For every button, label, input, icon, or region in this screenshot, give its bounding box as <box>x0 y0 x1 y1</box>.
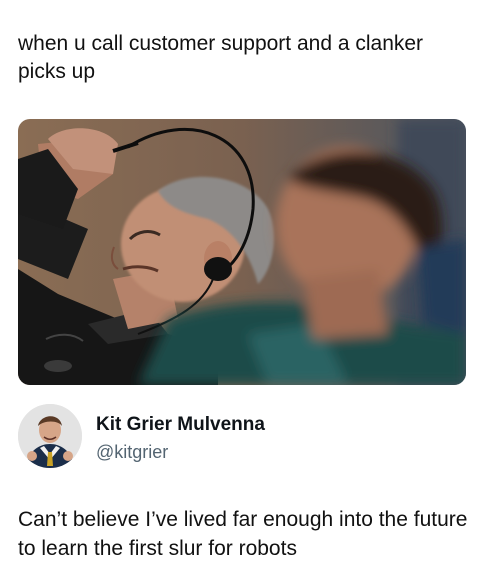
meme-photo[interactable] <box>18 119 466 385</box>
meme-photo-illustration <box>18 119 466 385</box>
quoted-tweet[interactable]: Kit Grier Mulvenna @kitgrier <box>18 404 466 474</box>
avatar-image <box>18 404 82 468</box>
post-caption: when u call customer support and a clank… <box>18 32 424 83</box>
display-name[interactable]: Kit Grier Mulvenna <box>96 414 265 436</box>
quoted-tweet-text: Can’t believe I’ve lived far enough into… <box>18 508 468 560</box>
avatar[interactable] <box>18 404 82 468</box>
user-handle[interactable]: @kitgrier <box>96 442 168 463</box>
